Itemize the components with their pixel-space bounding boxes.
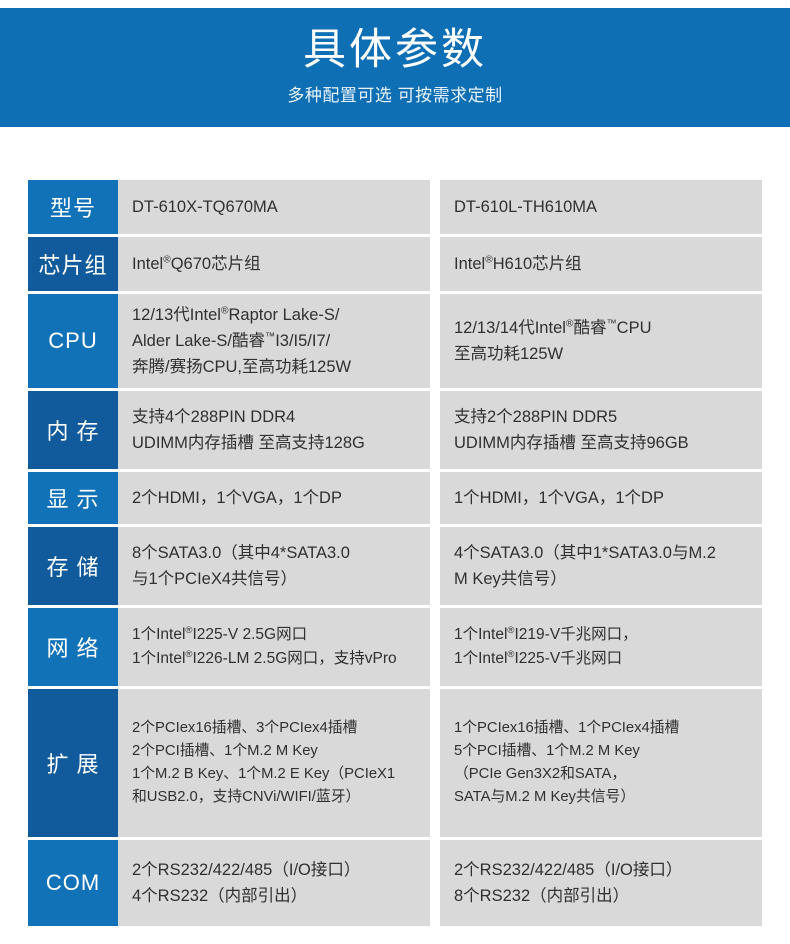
value-line: Alder Lake-S/酷睿™I3/I5/I7/ [132, 331, 331, 350]
value-line: 12/13/14代Intel®酷睿™CPU [454, 318, 652, 337]
value-line: UDIMM内存插槽 至高支持128G [132, 434, 365, 452]
value-cell-model-a: 12/13代Intel®Raptor Lake-S/Alder Lake-S/酷… [118, 294, 430, 388]
column-divider [430, 472, 440, 524]
column-divider [430, 391, 440, 469]
row-label: 芯片组 [28, 237, 118, 291]
page-title: 具体参数 [303, 26, 487, 74]
value-line: （PCIe Gen3X2和SATA， [454, 766, 627, 782]
value-line: 2个PCIex16插槽、3个PCIex4插槽 [132, 720, 358, 736]
column-divider [430, 840, 440, 926]
row-label: CPU [28, 294, 118, 388]
row-label: 网 络 [28, 608, 118, 686]
value-line: 8个SATA3.0（其中4*SATA3.0 [132, 544, 350, 562]
table-row: 存 储 8个SATA3.0（其中4*SATA3.0 与1个PCIeX4共信号） 4个S… [28, 527, 762, 605]
value-line: 4个RS232（内部引出） [132, 887, 308, 905]
value-cell-model-a: 支持4个288PIN DDR4 UDIMM内存插槽 至高支持128G [118, 391, 430, 469]
value-cell-model-a: 2个RS232/422/485（I/O接口） 4个RS232（内部引出） [118, 840, 430, 926]
value-line: 支持4个288PIN DDR4 [132, 408, 296, 426]
row-label: 显 示 [28, 472, 118, 524]
row-label: 扩 展 [28, 689, 118, 837]
column-divider [430, 608, 440, 686]
value-cell-model-b: 支持2个288PIN DDR5 UDIMM内存插槽 至高支持96GB [440, 391, 762, 469]
value-line: 和USB2.0，支持CNVi/WIFI/蓝牙） [132, 789, 361, 805]
value-line: 奔腾/赛扬CPU,至高功耗125W [132, 358, 352, 376]
column-divider [430, 294, 440, 388]
row-label: 内 存 [28, 391, 118, 469]
row-label: 型号 [28, 180, 118, 234]
value-cell-model-b: DT-610L-TH610MA [440, 180, 762, 234]
value-line: 至高功耗125W [454, 345, 564, 363]
value-line: Intel®Q670芯片组 [132, 254, 261, 273]
value-line: 1个Intel®I225-V千兆网口 [454, 648, 623, 667]
table-row: 扩 展 2个PCIex16插槽、3个PCIex4插槽 2个PCI插槽、1个M.2 M… [28, 689, 762, 837]
value-cell-model-b: Intel®H610芯片组 [440, 237, 762, 291]
row-label: 存 储 [28, 527, 118, 605]
value-cell-model-a: DT-610X-TQ670MA [118, 180, 430, 234]
value-line: 1个PCIex16插槽、1个PCIex4插槽 [454, 720, 680, 736]
value-line: 1个Intel®I226-LM 2.5G网口，支持vPro [132, 648, 397, 667]
value-line: 5个PCI插槽、1个M.2 M Key [454, 743, 640, 759]
spec-sheet-page: 具体参数 多种配置可选 可按需求定制 型号 DT-610X-TQ670MA DT-6… [0, 0, 790, 944]
column-divider [430, 689, 440, 837]
value-line: 1个M.2 B Key、1个M.2 E Key（PCIeX1 [132, 766, 396, 782]
table-row: 内 存支持4个288PIN DDR4 UDIMM内存插槽 至高支持128G 支持2个… [28, 391, 762, 469]
column-divider [430, 237, 440, 291]
value-cell-model-a: 2个HDMI，1个VGA，1个DP [118, 472, 430, 524]
value-line: 2个RS232/422/485（I/O接口） [454, 861, 683, 879]
value-line: 1个Intel®I225-V 2.5G网口 [132, 624, 308, 643]
value-cell-model-b: 12/13/14代Intel®酷睿™CPU 至高功耗125W [440, 294, 762, 388]
value-line: 支持2个288PIN DDR5 [454, 408, 618, 426]
value-cell-model-b: 2个RS232/422/485（I/O接口） 8个RS232（内部引出） [440, 840, 762, 926]
value-line: DT-610L-TH610MA [454, 198, 598, 216]
table-row: 型号 DT-610X-TQ670MA DT-610L-TH610MA [28, 180, 762, 234]
row-label: COM [28, 840, 118, 926]
page-subtitle: 多种配置可选 可按需求定制 [287, 86, 503, 105]
value-line: 与1个PCIeX4共信号） [132, 570, 298, 588]
column-divider [430, 527, 440, 605]
value-line: 1个HDMI，1个VGA，1个DP [454, 489, 664, 507]
value-line: Intel®H610芯片组 [454, 254, 582, 273]
value-line: 1个Intel®I219-V千兆网口， [454, 624, 638, 643]
table-row: 芯片组 Intel®Q670芯片组 Intel®H610芯片组 [28, 237, 762, 291]
value-cell-model-a: 8个SATA3.0（其中4*SATA3.0 与1个PCIeX4共信号） [118, 527, 430, 605]
table-row: CPU 12/13代Intel®Raptor Lake-S/Alder Lake-… [28, 294, 762, 388]
value-cell-model-b: 1个Intel®I219-V千兆网口， 1个Intel®I225-V千兆网口 [440, 608, 762, 686]
specification-table: 型号 DT-610X-TQ670MA DT-610L-TH610MA 芯片组 Intel… [28, 180, 762, 926]
column-divider [430, 180, 440, 234]
value-line: DT-610X-TQ670MA [132, 198, 278, 216]
value-line: 2个HDMI，1个VGA，1个DP [132, 489, 342, 507]
value-line: 2个RS232/422/485（I/O接口） [132, 861, 361, 879]
value-cell-model-a: 2个PCIex16插槽、3个PCIex4插槽 2个PCI插槽、1个M.2 M Ke… [118, 689, 430, 837]
value-line: SATA与M.2 M Key共信号） [454, 789, 636, 805]
value-line: 4个SATA3.0（其中1*SATA3.0与M.2 [454, 544, 716, 562]
value-cell-model-a: 1个Intel®I225-V 2.5G网口 1个Intel®I226-LM 2.5… [118, 608, 430, 686]
table-row: COM 2个RS232/422/485（I/O接口） 4个RS232（内部引出） 2个… [28, 840, 762, 926]
table-row: 显 示 2个HDMI，1个VGA，1个DP 1个HDMI，1个VGA，1个DP [28, 472, 762, 524]
value-line: 2个PCI插槽、1个M.2 M Key [132, 743, 318, 759]
table-row: 网 络 1个Intel®I225-V 2.5G网口 1个Intel®I226-LM … [28, 608, 762, 686]
value-line: UDIMM内存插槽 至高支持96GB [454, 434, 689, 452]
header-banner: 具体参数 多种配置可选 可按需求定制 [0, 8, 790, 127]
value-cell-model-a: Intel®Q670芯片组 [118, 237, 430, 291]
value-line: 12/13代Intel®Raptor Lake-S/ [132, 305, 340, 324]
value-line: 8个RS232（内部引出） [454, 887, 630, 905]
value-cell-model-b: 1个HDMI，1个VGA，1个DP [440, 472, 762, 524]
value-line: M Key共信号） [454, 570, 567, 588]
value-cell-model-b: 4个SATA3.0（其中1*SATA3.0与M.2 M Key共信号） [440, 527, 762, 605]
value-cell-model-b: 1个PCIex16插槽、1个PCIex4插槽 5个PCI插槽、1个M.2 M Ke… [440, 689, 762, 837]
